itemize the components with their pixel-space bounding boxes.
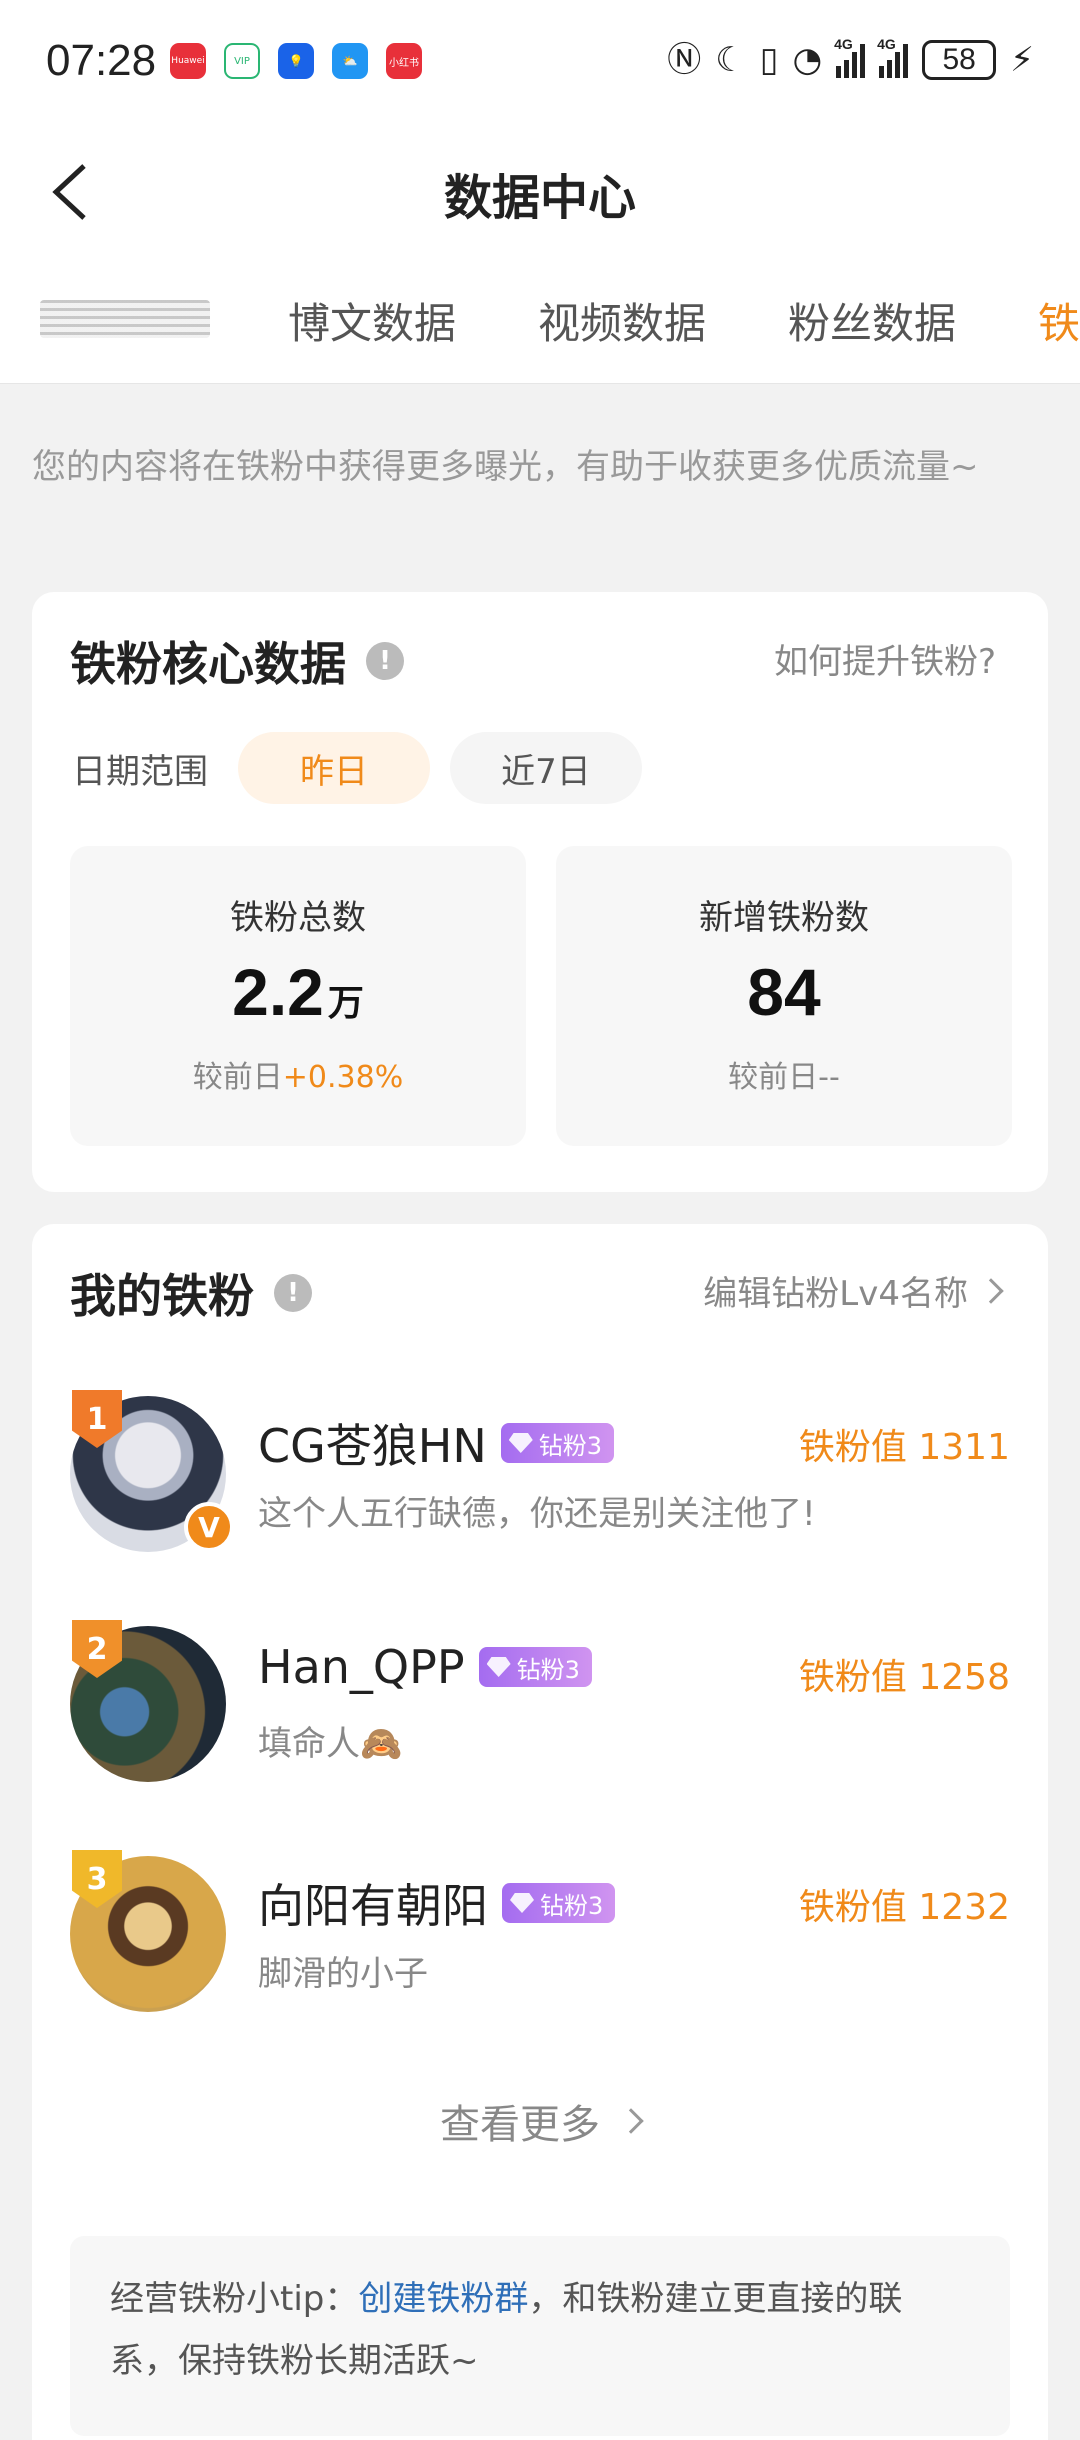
huawei-app-icon: Huawei xyxy=(170,43,206,79)
fan-score: 铁粉值 1258 xyxy=(798,1657,1010,1698)
fan-row[interactable]: 2 Han_QPP 钻粉3 填命人🙈 铁粉值 1258 xyxy=(70,1620,1010,1796)
diamond-icon xyxy=(508,1433,533,1453)
fan-bio: 这个人五行缺德，你还是别关注他了! xyxy=(258,1494,816,1534)
charging-icon: ⚡ xyxy=(1010,40,1034,80)
weather-icon: ⛅ xyxy=(332,43,368,79)
stat-label: 新增铁粉数 xyxy=(699,898,869,938)
tip-prefix: 经营铁粉小tip： xyxy=(110,2279,359,2319)
edit-diamond-name-link[interactable]: 编辑钻粉Lv4名称 xyxy=(703,1266,1004,1315)
bulb-icon: 💡 xyxy=(278,43,314,79)
intro-text: 您的内容将在铁粉中获得更多曝光，有助于收获更多优质流量~ xyxy=(32,447,979,487)
nav-bar: 数据中心 xyxy=(0,120,1080,260)
chevron-right-icon xyxy=(978,1277,1004,1304)
tab-blog-data[interactable]: 博文数据 xyxy=(288,290,456,351)
how-to-increase-link[interactable]: 如何提升铁粉? xyxy=(774,634,996,683)
signal-icon: 4G xyxy=(877,36,909,78)
fan-score: 铁粉值 1232 xyxy=(798,1887,1010,1928)
stat-value: 2.2 万 xyxy=(232,955,364,1029)
stat-compare: 较前日+0.38% xyxy=(192,1060,404,1095)
nfc-icon: Ⓝ xyxy=(667,40,702,80)
diamond-fan-badge: 钻粉3 xyxy=(502,1883,616,1923)
signal-icon: 4G xyxy=(834,36,866,78)
stat-label: 铁粉总数 xyxy=(230,898,366,938)
fan-row[interactable]: 1 V CG苍狼HN 钻粉3 这个人五行缺德，你还是别关注他了! 铁粉值 131… xyxy=(70,1390,1010,1566)
fan-name: 向阳有朝阳 xyxy=(258,1879,488,1933)
tip-box: 经营铁粉小tip：创建铁粉群，和铁粉建立更直接的联系，保持铁粉长期活跃~ xyxy=(70,2236,1010,2436)
stat-compare: 较前日-- xyxy=(728,1060,840,1095)
page-title: 数据中心 xyxy=(443,170,636,226)
chevron-right-icon xyxy=(618,2108,644,2134)
my-fans-card: 我的铁粉 ! 编辑钻粉Lv4名称 1 V CG苍狼HN 钻粉3 这个人五行缺德，… xyxy=(32,1224,1048,2440)
fan-bio: 填命人🙈 xyxy=(258,1724,403,1764)
fan-score: 铁粉值 1311 xyxy=(798,1427,1010,1468)
date-range-label: 日期范围 xyxy=(72,752,208,792)
fan-name: Han_QPP xyxy=(258,1640,465,1694)
system-icons: Ⓝ ☾ ▯ ◔ 4G 4G 58 ⚡ xyxy=(667,36,1034,82)
total-fans-stat: 铁粉总数 2.2 万 较前日+0.38% xyxy=(70,846,526,1146)
diamond-icon xyxy=(510,1893,534,1913)
diamond-fan-badge: 钻粉3 xyxy=(500,1423,615,1463)
see-more-button[interactable]: 查看更多 xyxy=(32,2092,1048,2150)
tab-fans-data[interactable]: 粉丝数据 xyxy=(788,290,956,351)
xiaohongshu-icon: 小红书 xyxy=(386,43,422,79)
fan-bio: 脚滑的小子 xyxy=(258,1954,428,1994)
fan-name: CG苍狼HN xyxy=(258,1419,487,1473)
info-icon[interactable]: ! xyxy=(366,642,404,680)
fan-row[interactable]: 3 向阳有朝阳 钻粉3 脚滑的小子 铁粉值 1232 xyxy=(70,1850,1010,2026)
diamond-fan-badge: 钻粉3 xyxy=(478,1647,592,1687)
moon-icon: ☾ xyxy=(715,40,746,80)
date-option-yesterday[interactable]: 昨日 xyxy=(238,732,430,804)
tab-iron-fans[interactable]: 铁 xyxy=(1038,290,1080,351)
vip-home-icon: VIP xyxy=(224,43,260,79)
new-fans-stat: 新增铁粉数 84 较前日-- xyxy=(556,846,1012,1146)
stat-value: 84 xyxy=(747,955,821,1029)
core-data-title: 铁粉核心数据 ! xyxy=(70,628,404,694)
vibrate-icon: ▯ xyxy=(759,40,779,80)
date-option-7days[interactable]: 近7日 xyxy=(450,732,642,804)
info-icon[interactable]: ! xyxy=(274,1274,312,1312)
core-data-card: 铁粉核心数据 ! 如何提升铁粉? 日期范围 昨日 近7日 铁粉总数 2.2 万 较… xyxy=(32,592,1048,1192)
status-time: 07:28 xyxy=(46,36,157,85)
my-fans-title: 我的铁粉 ! xyxy=(70,1260,312,1326)
verified-icon: V xyxy=(184,1502,234,1552)
tab-blurred[interactable] xyxy=(40,300,210,338)
diamond-icon xyxy=(486,1657,511,1677)
wifi-icon: ◔ xyxy=(792,40,823,80)
battery-indicator: 58 xyxy=(922,40,997,80)
tab-video-data[interactable]: 视频数据 xyxy=(538,290,706,351)
status-bar: 07:28 Huawei VIP 💡 ⛅ 小红书 Ⓝ ☾ ▯ ◔ 4G 4G 5… xyxy=(0,0,1080,120)
notification-icons: Huawei VIP 💡 ⛅ 小红书 xyxy=(170,43,422,79)
tab-bar: 博文数据 视频数据 粉丝数据 铁 xyxy=(0,260,1080,384)
create-fan-group-link[interactable]: 创建铁粉群 xyxy=(358,2279,528,2319)
